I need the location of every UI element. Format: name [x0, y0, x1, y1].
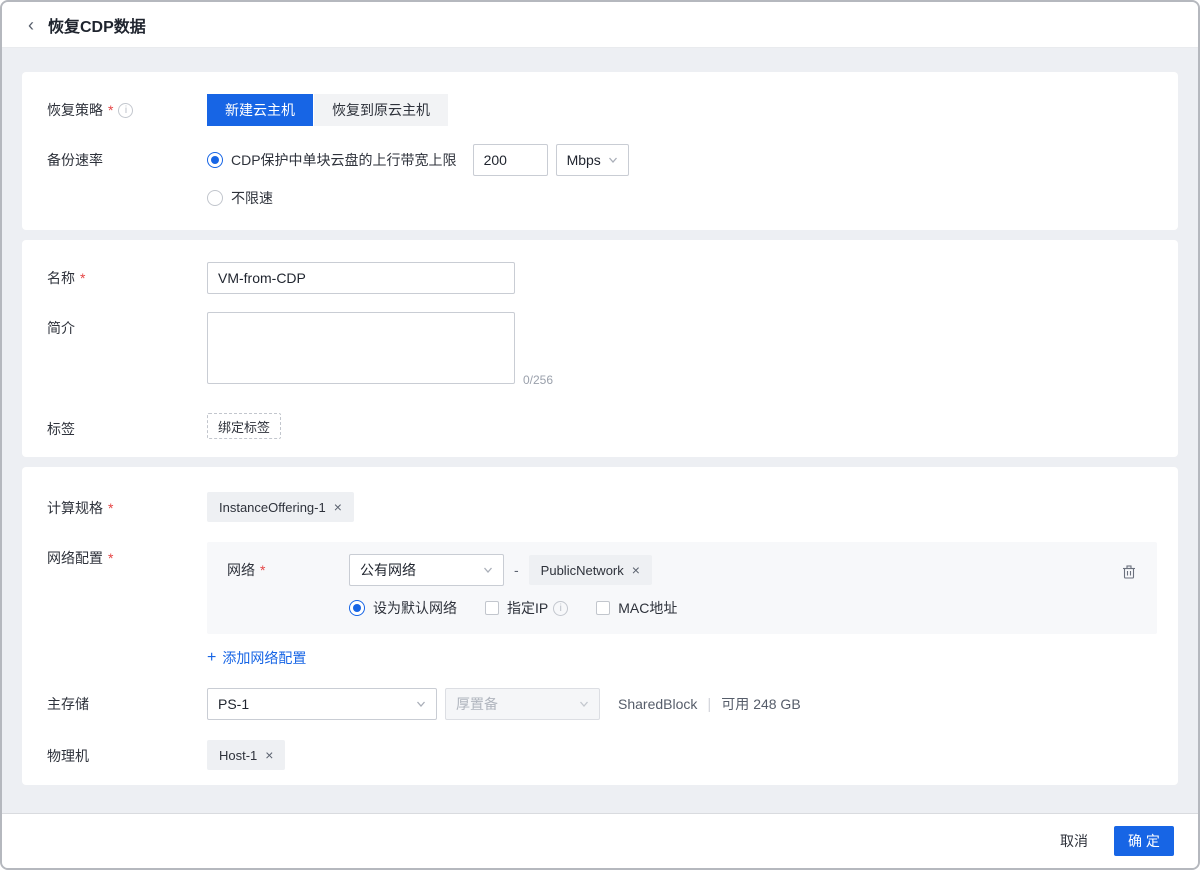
primary-storage-value: PS-1: [218, 696, 249, 712]
plus-icon: +: [207, 649, 216, 667]
cancel-button[interactable]: 取消: [1060, 831, 1088, 851]
tag-label: 标签: [47, 419, 75, 439]
rate-label-group: 备份速率: [47, 144, 207, 170]
chevron-down-icon: [416, 699, 426, 709]
storage-label: 主存储: [47, 694, 89, 714]
name-input[interactable]: [207, 262, 515, 294]
instance-offering-tag-text: InstanceOffering-1: [219, 500, 326, 515]
storage-info: SharedBlock | 可用 248 GB: [618, 694, 801, 714]
name-label-group: 名称 *: [47, 262, 207, 288]
storage-controls: PS-1 厚置备 SharedBlock | 可用 248 GB: [207, 688, 801, 720]
storage-type-name: SharedBlock: [618, 696, 697, 712]
host-tag-text: Host-1: [219, 748, 257, 763]
strategy-label: 恢复策略: [47, 100, 103, 120]
rate-options: CDP保护中单块云盘的上行带宽上限 Mbps 不限速: [207, 144, 629, 208]
dash-separator: -: [514, 562, 519, 578]
remove-network-icon[interactable]: ×: [632, 563, 640, 577]
restore-original-vm-button[interactable]: 恢复到原云主机: [314, 94, 448, 126]
assign-ip-checkbox[interactable]: [485, 601, 499, 615]
storage-available-label: 可用: [721, 696, 749, 712]
required-asterisk: *: [80, 270, 85, 286]
required-asterisk: *: [260, 562, 265, 578]
name-label: 名称: [47, 268, 75, 288]
rate-limited-row: CDP保护中单块云盘的上行带宽上限 Mbps: [207, 144, 629, 176]
new-vm-button[interactable]: 新建云主机: [207, 94, 313, 126]
required-asterisk: *: [108, 500, 113, 516]
restore-cdp-dialog: ‹ 恢复CDP数据 恢复策略 * i 新建云主机 恢复到原云主机 备份速率: [0, 0, 1200, 870]
required-asterisk: *: [108, 550, 113, 566]
rate-limited-radio[interactable]: [207, 152, 223, 168]
unit-select-value: Mbps: [567, 152, 601, 168]
required-asterisk: *: [108, 102, 113, 118]
network-label-group: 网络配置 *: [47, 542, 207, 568]
network-config: 网络 * 公有网络 - PublicNetwork ×: [207, 542, 1157, 668]
rate-unlimited-row: 不限速: [207, 188, 629, 208]
host-label: 物理机: [47, 746, 89, 766]
desc-textarea-wrap: 0/256: [207, 312, 515, 389]
default-network-radio[interactable]: [349, 600, 365, 616]
assign-ip-option: 指定IP i: [485, 598, 568, 618]
network-panel: 网络 * 公有网络 - PublicNetwork ×: [207, 542, 1157, 634]
bind-tag-button[interactable]: 绑定标签: [207, 413, 281, 439]
instance-offering-tag: InstanceOffering-1 ×: [207, 492, 354, 522]
provision-value: 厚置备: [456, 694, 498, 714]
mac-checkbox[interactable]: [596, 601, 610, 615]
network-type-select[interactable]: 公有网络: [349, 554, 504, 586]
remove-host-icon[interactable]: ×: [265, 748, 273, 762]
provision-select: 厚置备: [445, 688, 600, 720]
strategy-toggle-group: 新建云主机 恢复到原云主机: [207, 94, 448, 126]
public-network-tag: PublicNetwork ×: [529, 555, 652, 585]
back-icon[interactable]: ‹: [26, 16, 36, 34]
dialog-footer: 取消 确 定: [2, 813, 1198, 868]
primary-storage-select[interactable]: PS-1: [207, 688, 437, 720]
strategy-label-group: 恢复策略 * i: [47, 94, 207, 120]
rate-label: 备份速率: [47, 150, 103, 170]
confirm-button[interactable]: 确 定: [1114, 826, 1174, 856]
assign-ip-text[interactable]: 指定IP: [507, 598, 548, 618]
host-label-group: 物理机: [47, 740, 207, 766]
net-inner-label-group: 网络 *: [227, 560, 349, 580]
desc-label: 简介: [47, 318, 75, 338]
page-title: 恢复CDP数据: [48, 13, 146, 37]
storage-available-value: 248 GB: [753, 696, 800, 712]
chevron-down-icon: [608, 155, 618, 165]
basic-info-card: 名称 * 简介 0/256 标签 绑定标签: [22, 240, 1178, 457]
network-label: 网络配置: [47, 548, 103, 568]
add-network-label: 添加网络配置: [222, 648, 306, 668]
default-network-text[interactable]: 设为默认网络: [373, 598, 457, 618]
network-type-value: 公有网络: [360, 560, 416, 580]
bandwidth-input[interactable]: [473, 144, 548, 176]
desc-label-group: 简介: [47, 312, 207, 338]
chevron-down-icon: [579, 699, 589, 709]
public-network-tag-text: PublicNetwork: [541, 563, 624, 578]
net-inner-label: 网络: [227, 560, 255, 580]
strategy-card: 恢复策略 * i 新建云主机 恢复到原云主机 备份速率 CDP保护中单块云盘的上…: [22, 72, 1178, 230]
storage-label-group: 主存储: [47, 688, 207, 714]
tag-label-group: 标签: [47, 413, 207, 439]
rate-unlimited-radio[interactable]: [207, 190, 223, 206]
info-icon[interactable]: i: [553, 601, 568, 616]
mac-text[interactable]: MAC地址: [618, 598, 677, 618]
compute-label: 计算规格: [47, 498, 103, 518]
rate-unlimited-text[interactable]: 不限速: [231, 188, 273, 208]
host-tag: Host-1 ×: [207, 740, 285, 770]
add-network-link[interactable]: + 添加网络配置: [207, 648, 306, 668]
chevron-down-icon: [483, 565, 493, 575]
remove-offering-icon[interactable]: ×: [334, 500, 342, 514]
vertical-divider: |: [707, 696, 711, 713]
rate-limited-text[interactable]: CDP保护中单块云盘的上行带宽上限: [231, 150, 457, 170]
resource-card: 计算规格 * InstanceOffering-1 × 网络配置 *: [22, 467, 1178, 785]
char-counter: 0/256: [523, 373, 553, 387]
compute-label-group: 计算规格 *: [47, 492, 207, 518]
trash-icon[interactable]: [1121, 564, 1137, 580]
desc-textarea[interactable]: [207, 312, 515, 384]
dialog-body: 恢复策略 * i 新建云主机 恢复到原云主机 备份速率 CDP保护中单块云盘的上…: [2, 48, 1198, 813]
mac-option: MAC地址: [596, 598, 677, 618]
default-network-option: 设为默认网络: [349, 598, 457, 618]
unit-select[interactable]: Mbps: [556, 144, 629, 176]
info-icon[interactable]: i: [118, 103, 133, 118]
storage-available: 可用 248 GB: [721, 694, 800, 714]
dialog-header: ‹ 恢复CDP数据: [2, 2, 1198, 48]
